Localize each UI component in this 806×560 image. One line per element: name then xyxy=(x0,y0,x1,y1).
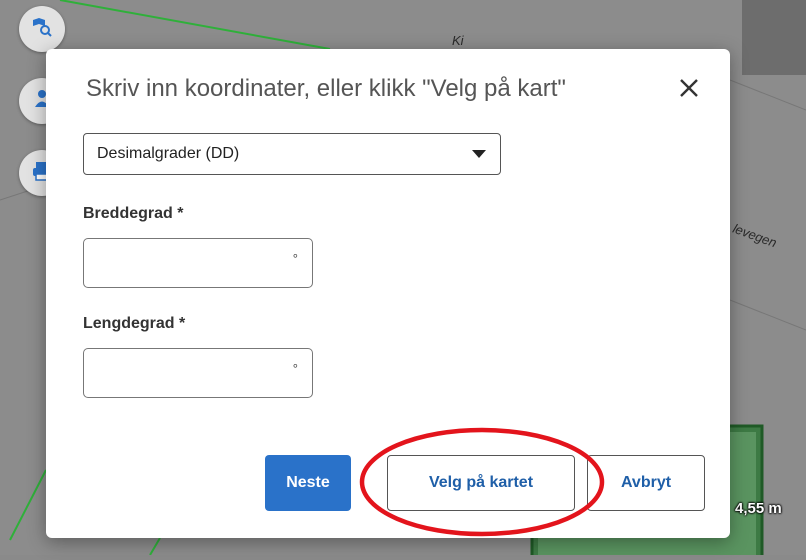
close-icon xyxy=(679,78,699,103)
close-button[interactable] xyxy=(674,75,704,105)
next-button[interactable]: Neste xyxy=(265,455,351,511)
map-road-label: Ki xyxy=(452,33,464,48)
search-map-button[interactable] xyxy=(19,6,65,52)
search-map-icon xyxy=(31,16,53,43)
coordinate-dialog: Skriv inn koordinater, eller klikk "Velg… xyxy=(46,49,730,538)
latitude-input[interactable] xyxy=(94,239,288,287)
longitude-input[interactable] xyxy=(94,349,288,397)
latitude-label: Breddegrad * xyxy=(83,205,184,222)
coordinate-format-select[interactable]: Desimalgrader (DD) xyxy=(83,133,501,175)
longitude-field-box: ° xyxy=(83,348,313,398)
degree-unit: ° xyxy=(292,251,298,266)
latitude-field-box: ° xyxy=(83,238,313,288)
choose-on-map-button[interactable]: Velg på kartet xyxy=(387,455,575,511)
degree-unit: ° xyxy=(292,361,298,376)
chevron-down-icon xyxy=(472,150,486,158)
map-measurement: 4,55 m xyxy=(735,500,782,517)
dialog-title: Skriv inn koordinater, eller klikk "Velg… xyxy=(86,75,566,102)
coordinate-format-value: Desimalgrader (DD) xyxy=(97,145,240,162)
longitude-label: Lengdegrad * xyxy=(83,315,186,332)
cancel-button[interactable]: Avbryt xyxy=(587,455,705,511)
